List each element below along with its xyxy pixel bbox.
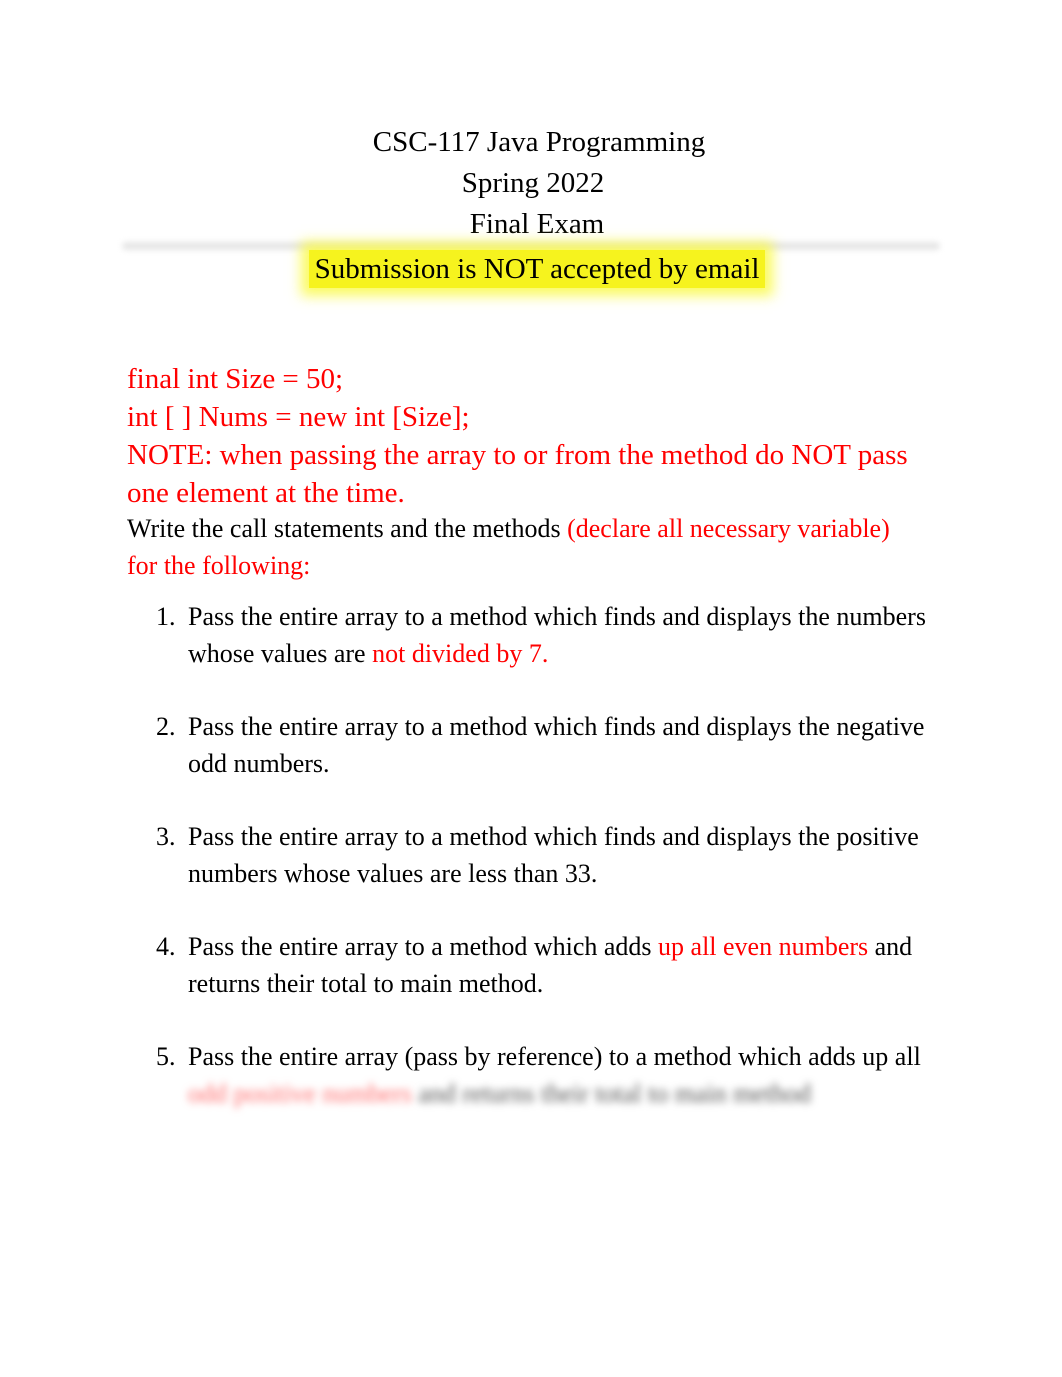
code-line-array: int [ ] Nums = new int [Size]; xyxy=(127,401,470,433)
term-label: Spring 2022 xyxy=(461,167,605,199)
exam-title: Final Exam xyxy=(469,208,605,240)
task-item: 2. Pass the entire array to a method whi… xyxy=(156,708,936,782)
task-item: 4. Pass the entire array to a method whi… xyxy=(156,928,936,1002)
course-title: CSC-117 Java Programming xyxy=(372,126,706,158)
task-item: 5. Pass the entire array (pass by refere… xyxy=(156,1038,936,1112)
task-number: 5. xyxy=(156,1042,176,1071)
task-number: 2. xyxy=(156,712,176,741)
task-list: 1. Pass the entire array to a method whi… xyxy=(156,598,936,1148)
instructions-text: Write the call statements and the method… xyxy=(127,514,568,543)
code-block: final int Size = 50; int [ ] Nums = new … xyxy=(127,360,917,512)
task-item: 3. Pass the entire array to a method whi… xyxy=(156,818,936,892)
code-line-size: final int Size = 50; xyxy=(127,363,344,395)
code-note: NOTE: when passing the array to or from … xyxy=(127,439,908,509)
header-divider xyxy=(122,242,940,250)
task-highlight: up all even numbers xyxy=(658,932,869,961)
instructions: Write the call statements and the method… xyxy=(127,510,907,584)
notice-container: Submission is NOT accepted by email xyxy=(0,250,1062,288)
task-text: Pass the entire array to a method which … xyxy=(188,822,919,888)
task-highlight: not divided by 7. xyxy=(372,639,549,668)
task-text: Pass the entire array to a method which … xyxy=(188,602,926,668)
task-text: Pass the entire array to a method which … xyxy=(188,932,659,961)
submission-notice: Submission is NOT accepted by email xyxy=(308,250,766,288)
document-header: CSC-117 Java Programming Spring 2022 Fin… xyxy=(0,122,1062,245)
task-number: 1. xyxy=(156,602,176,631)
task-text: Pass the entire array to a method which … xyxy=(188,712,925,778)
task-text: Pass the entire array (pass by reference… xyxy=(188,1042,921,1071)
task-number: 4. xyxy=(156,932,176,961)
task-item: 1. Pass the entire array to a method whi… xyxy=(156,598,936,672)
task-number: 3. xyxy=(156,822,176,851)
task-highlight-blurred: odd positive numbers xyxy=(188,1079,412,1108)
task-tail-blurred: and returns their total to main method xyxy=(411,1079,812,1108)
